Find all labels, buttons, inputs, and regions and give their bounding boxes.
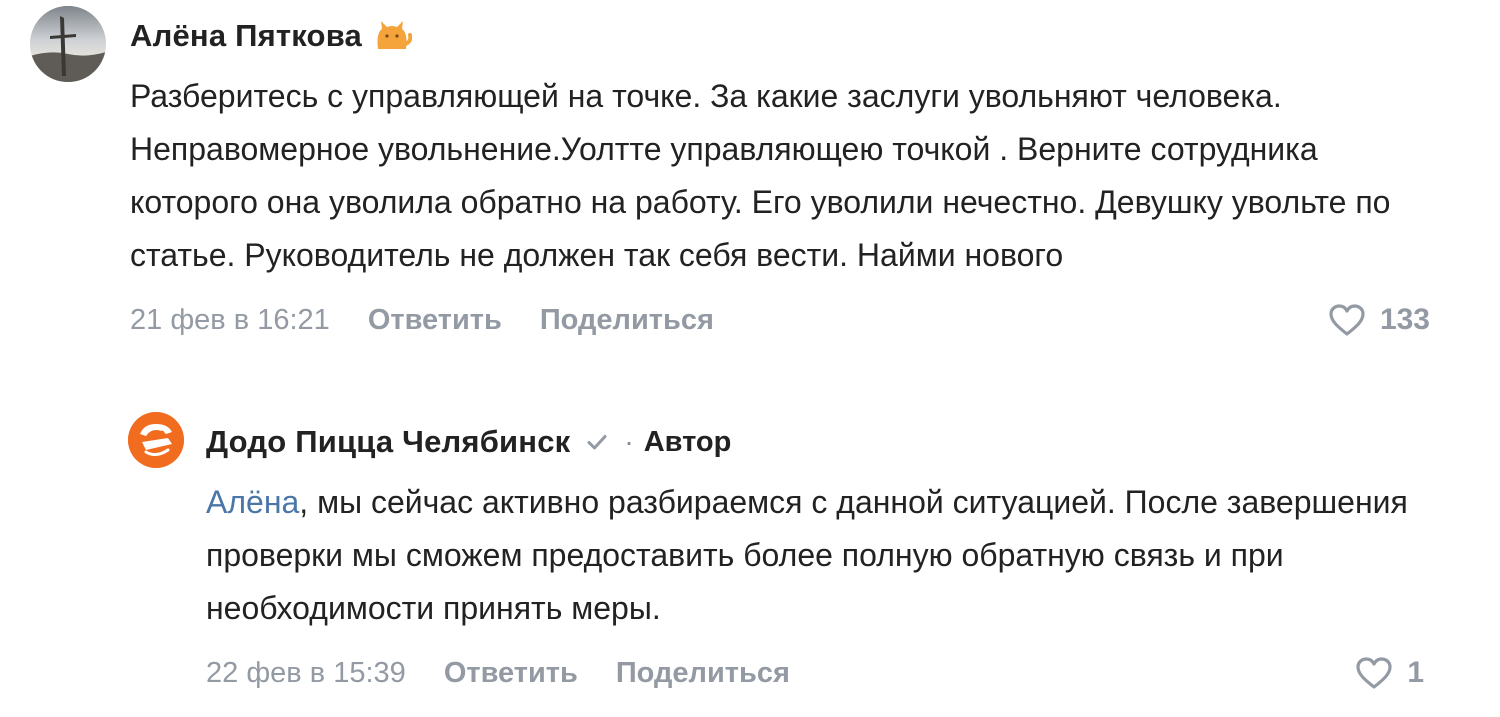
like-count: 133 (1379, 303, 1430, 336)
separator-dot: · (624, 426, 634, 457)
comment-body: Додо Пицца Челябинск · Автор Алёна, мы с… (206, 420, 1448, 695)
author-line: Алёна Пяткова (130, 14, 1470, 58)
author-name[interactable]: Додо Пицца Челябинск (206, 424, 570, 460)
reply-button[interactable]: Ответить (368, 304, 502, 337)
cat-emoji-icon (372, 19, 412, 53)
author-role-badge: Автор (643, 425, 732, 458)
like-button[interactable]: 1 (1355, 651, 1424, 695)
verified-check-icon (584, 429, 610, 455)
avatar-photo-icon (30, 6, 106, 82)
comment-meta: 21 фев в 16:21 Ответить Поделиться 133 (130, 298, 1470, 342)
comment-meta: 22 фев в 15:39 Ответить Поделиться 1 (206, 651, 1448, 695)
mention-link[interactable]: Алёна (206, 484, 299, 520)
comment-date[interactable]: 22 фев в 15:39 (206, 657, 406, 690)
share-button[interactable]: Поделиться (540, 304, 714, 337)
comment-date[interactable]: 21 фев в 16:21 (130, 304, 330, 337)
avatar[interactable] (30, 6, 106, 82)
dodo-logo-icon (128, 412, 184, 468)
heart-icon (1328, 303, 1366, 337)
like-count: 1 (1407, 656, 1424, 689)
comment-text: Алёна, мы сейчас активно разбираемся с д… (206, 476, 1451, 635)
author-name[interactable]: Алёна Пяткова (130, 18, 362, 54)
avatar[interactable] (128, 412, 184, 468)
comment-text-body: , мы сейчас активно разбираемся с данной… (206, 484, 1408, 626)
author-line: Додо Пицца Челябинск · Автор (206, 420, 1448, 464)
like-button[interactable]: 133 (1328, 298, 1430, 342)
comment-text: Разберитесь с управляющей на точке. За к… (130, 78, 1391, 273)
comment-body: Алёна Пяткова Разберитесь с управляющей … (130, 14, 1470, 342)
share-button[interactable]: Поделиться (616, 657, 790, 690)
heart-icon (1355, 656, 1393, 690)
reply-button[interactable]: Ответить (444, 657, 578, 690)
